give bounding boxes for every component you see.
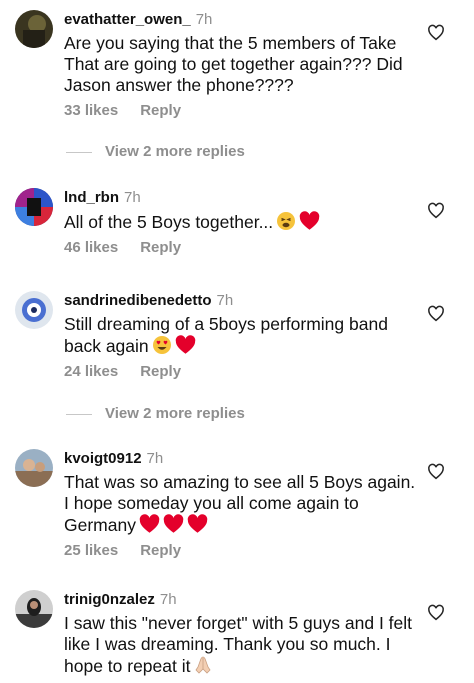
avatar[interactable] xyxy=(15,291,53,329)
username[interactable]: lnd_rbn xyxy=(64,189,119,206)
username[interactable]: evathatter_owen_ xyxy=(64,11,191,28)
username[interactable]: trinig0nzalez xyxy=(64,591,155,608)
avatar-image xyxy=(15,291,53,329)
timestamp: 7h xyxy=(124,189,141,206)
like-heart-icon[interactable] xyxy=(427,463,445,481)
avatar[interactable] xyxy=(15,10,53,48)
red-heart-emoji xyxy=(175,335,196,355)
like-heart-icon[interactable] xyxy=(427,202,445,220)
like-heart-icon[interactable] xyxy=(427,305,445,323)
red-heart-emoji xyxy=(139,514,160,534)
username[interactable]: sandrinedibenedetto xyxy=(64,292,212,309)
reply-button[interactable]: Reply xyxy=(140,102,181,120)
likes-count[interactable]: 25 likes xyxy=(64,542,118,560)
timestamp: 7h xyxy=(159,591,177,608)
red-heart-emoji xyxy=(163,514,184,534)
avatar-image xyxy=(15,188,53,226)
comment-text-body: I saw this "never forget" with 5 guys an… xyxy=(64,613,413,676)
divider-line xyxy=(66,413,92,415)
comment-text: Are you saying that the 5 members of Tak… xyxy=(64,33,403,95)
avatar[interactable] xyxy=(15,188,53,226)
like-heart-icon[interactable] xyxy=(427,24,445,42)
avatar-image xyxy=(15,449,53,487)
like-heart-icon[interactable] xyxy=(427,604,445,622)
view-replies-button[interactable]: View 2 more replies xyxy=(66,405,245,423)
avatar-image xyxy=(15,590,53,628)
view-replies-label: View 2 more replies xyxy=(105,405,245,422)
view-replies-label: View 2 more replies xyxy=(105,143,245,160)
comment-text-body: All of the 5 Boys together... xyxy=(64,212,274,232)
reply-button[interactable]: Reply xyxy=(140,542,181,560)
username[interactable]: kvoigt0912 xyxy=(64,450,142,467)
comment-text: Still dreaming of a 5boys performing ban… xyxy=(64,314,419,357)
red-heart-emoji xyxy=(299,211,320,231)
heart-eyes-emoji xyxy=(152,335,172,355)
likes-count[interactable]: 46 likes xyxy=(64,239,118,257)
timestamp: 7h xyxy=(216,292,234,309)
timestamp: 7h xyxy=(146,450,164,467)
comment-text: I saw this "never forget" with 5 guys an… xyxy=(64,613,419,677)
comment-text: That was so amazing to see all 5 Boys ag… xyxy=(64,472,419,536)
folded-hands-emoji xyxy=(193,655,213,675)
comment-text-body: Still dreaming of a 5boys performing ban… xyxy=(64,314,388,356)
timestamp: 7h xyxy=(195,11,213,28)
tired-face-emoji xyxy=(276,211,296,231)
red-heart-emoji xyxy=(187,514,208,534)
likes-count[interactable]: 24 likes xyxy=(64,363,118,381)
reply-button[interactable]: Reply xyxy=(140,239,181,257)
comment-text: All of the 5 Boys together... xyxy=(64,211,419,233)
reply-button[interactable]: Reply xyxy=(140,363,181,381)
avatar[interactable] xyxy=(15,449,53,487)
comment-text-body: That was so amazing to see all 5 Boys ag… xyxy=(64,472,416,535)
likes-count[interactable]: 33 likes xyxy=(64,102,118,120)
divider-line xyxy=(66,151,92,153)
view-replies-button[interactable]: View 2 more replies xyxy=(66,143,245,161)
avatar[interactable] xyxy=(15,590,53,628)
avatar-image xyxy=(15,10,53,48)
